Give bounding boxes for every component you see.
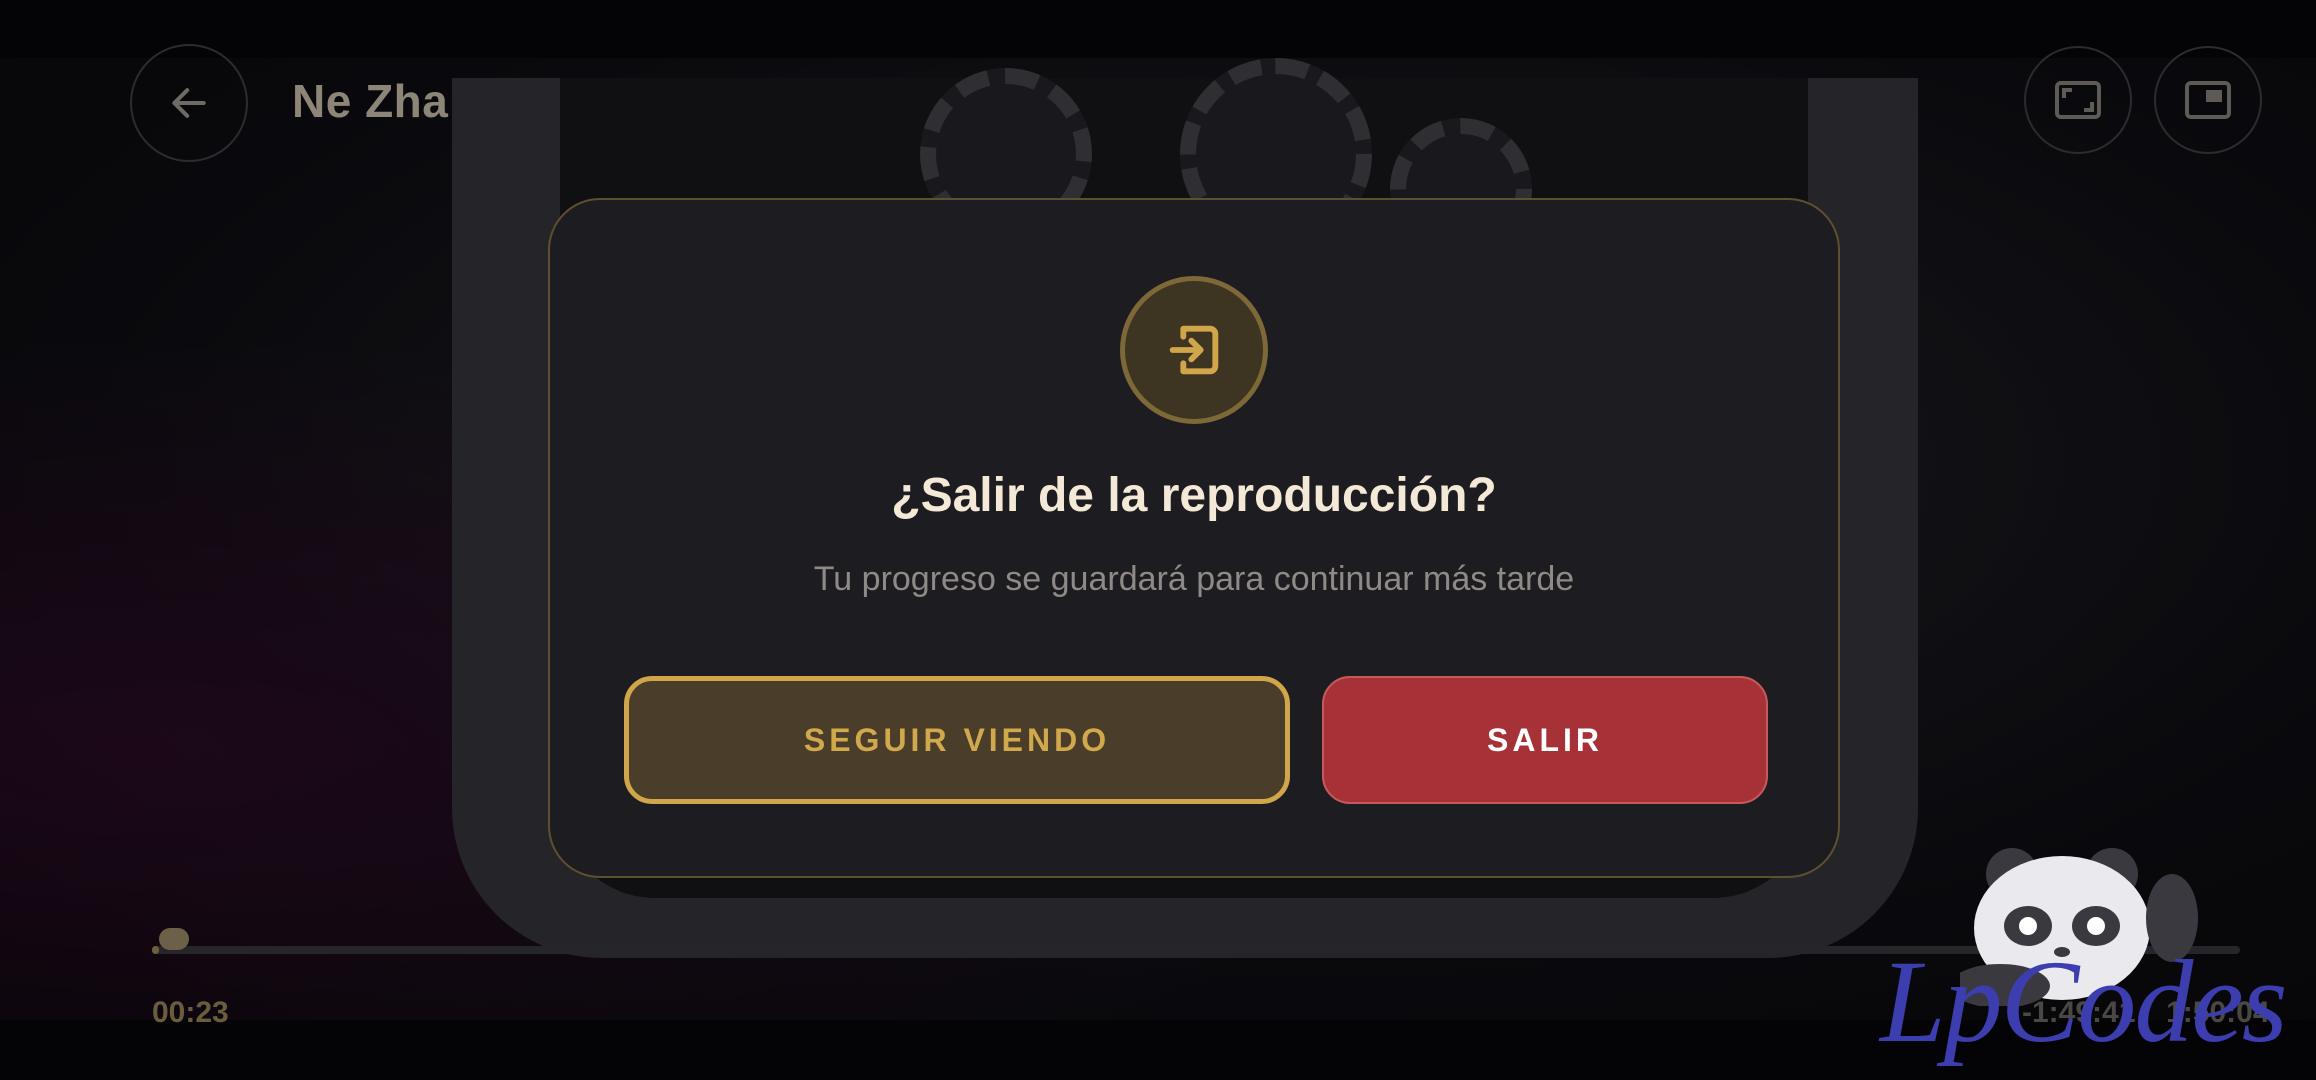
picture-in-picture-icon [2185,81,2231,119]
current-time: 00:23 [152,996,229,1029]
watermark-logo: LpCodes [1880,936,2288,1067]
exit-dialog: ¿Salir de la reproducción? Tu progreso s… [548,198,1840,878]
video-title: Ne Zha [292,75,449,127]
exit-icon-badge [1120,276,1268,424]
arrow-left-icon [172,88,206,118]
exit-button[interactable]: SALIR [1322,676,1768,804]
dialog-subtitle: Tu progreso se guardará para continuar m… [813,560,1575,598]
dialog-title: ¿Salir de la reproducción? [891,469,1497,522]
progress-thumb[interactable] [159,928,189,950]
progress-fill [152,946,159,954]
back-button[interactable] [130,44,248,162]
continue-watching-button[interactable]: SEGUIR VIENDO [624,676,1290,804]
aspect-ratio-icon [2055,81,2101,119]
picture-in-picture-button[interactable] [2154,46,2262,154]
exit-arrow-icon [1169,325,1219,375]
aspect-ratio-button[interactable] [2024,46,2132,154]
